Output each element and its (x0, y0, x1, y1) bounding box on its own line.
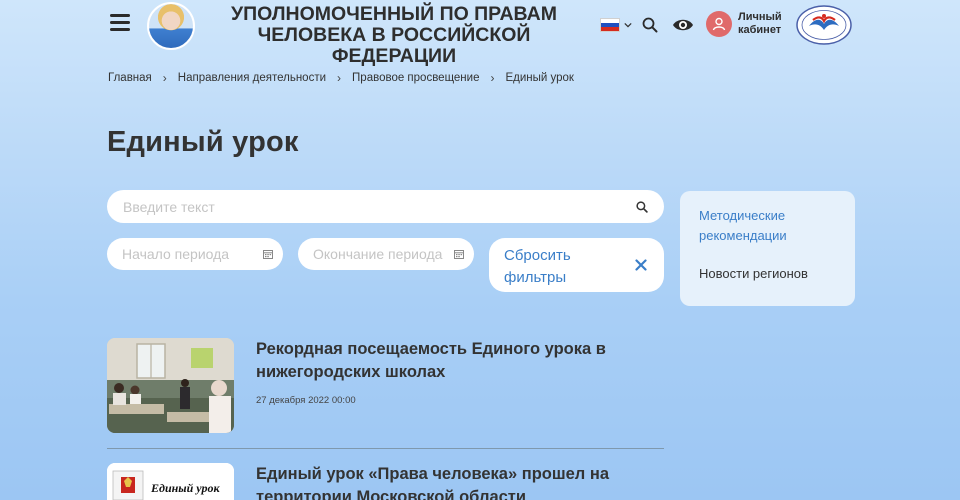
news-thumbnail[interactable] (107, 338, 234, 433)
search-icon[interactable] (636, 200, 648, 213)
side-nav: Методические рекомендации Новости регион… (680, 191, 855, 306)
news-date: 27 декабря 2022 00:00 (256, 395, 356, 406)
side-nav-regions-news[interactable]: Новости регионов (699, 264, 836, 284)
chevron-right-icon: › (490, 71, 495, 85)
ombudsman-emblem-logo[interactable] (795, 4, 853, 46)
personal-cabinet-link[interactable]: Личный кабинет (706, 11, 788, 37)
thumbnail-caption: Единый урок (151, 481, 220, 495)
cabinet-label: Личный кабинет (738, 11, 782, 36)
search-input[interactable] (123, 198, 636, 215)
reset-filters-button[interactable]: Сбросить фильтры (489, 238, 664, 292)
breadcrumb-activities[interactable]: Направления деятельности (178, 72, 326, 84)
language-selector[interactable] (600, 18, 632, 32)
breadcrumb-current: Единый урок (505, 72, 574, 84)
news-item: Рекордная посещаемость Единого урока в н… (107, 338, 664, 438)
reset-filters-label: Сбросить фильтры (504, 247, 571, 286)
chevron-right-icon: › (337, 71, 342, 85)
side-nav-methodical[interactable]: Методические рекомендации (699, 206, 836, 246)
start-date-field (107, 238, 283, 270)
chevron-down-icon (624, 22, 632, 28)
close-icon (635, 259, 647, 271)
calendar-icon[interactable] (454, 249, 464, 259)
site-header: Уполномоченный по правам человека в Росс… (0, 0, 960, 67)
accessibility-eye-icon[interactable] (672, 16, 694, 34)
start-date-input[interactable] (122, 246, 263, 262)
page-title: Единый урок (107, 126, 299, 158)
divider (107, 448, 664, 449)
org-title[interactable]: Уполномоченный по правам человека в Росс… (205, 4, 583, 67)
news-title[interactable]: Рекордная посещаемость Единого урока в н… (256, 338, 656, 384)
calendar-icon[interactable] (263, 249, 273, 259)
breadcrumb-home[interactable]: Главная (108, 72, 152, 84)
ombudsman-photo[interactable] (147, 2, 195, 50)
user-icon (706, 11, 732, 37)
breadcrumb: Главная › Направления деятельности › Пра… (108, 71, 574, 85)
menu-icon[interactable] (110, 14, 130, 32)
chevron-right-icon: › (162, 71, 167, 85)
news-title[interactable]: Единый урок «Права человека» прошел на т… (256, 463, 656, 500)
news-thumbnail[interactable]: Единый урок (107, 463, 234, 500)
news-item: Единый урок Единый урок «Права человека»… (107, 463, 664, 500)
end-date-field (298, 238, 474, 270)
breadcrumb-legal-education[interactable]: Правовое просвещение (352, 72, 479, 84)
end-date-input[interactable] (313, 246, 454, 262)
search-icon[interactable] (642, 17, 658, 33)
search-field (107, 190, 664, 223)
russian-flag-icon (600, 18, 620, 32)
